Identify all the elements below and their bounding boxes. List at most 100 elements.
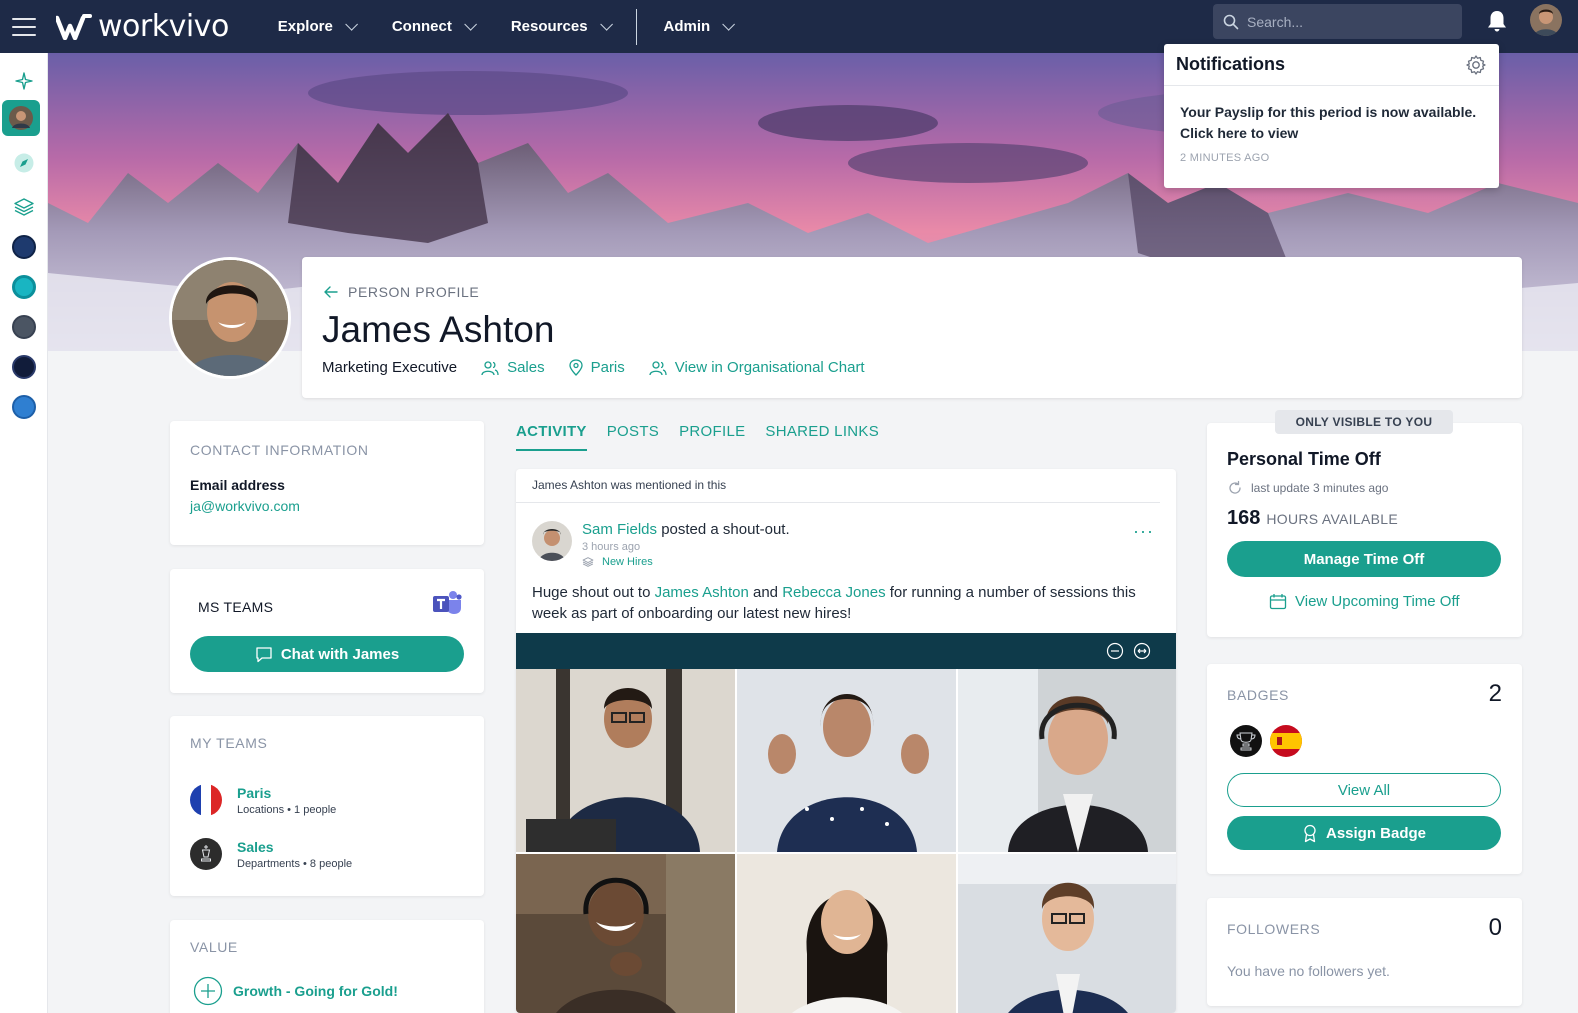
- more-options-icon[interactable]: ···: [1133, 521, 1154, 542]
- refresh-icon[interactable]: [1227, 480, 1243, 496]
- email-link[interactable]: ja@workvivo.com: [190, 498, 300, 514]
- mention-banner: James Ashton was mentioned in this: [516, 469, 1160, 503]
- tab-posts[interactable]: POSTS: [607, 423, 659, 451]
- my-teams-title: MY TEAMS: [190, 735, 268, 751]
- value-title: VALUE: [190, 939, 238, 955]
- space-icon-3[interactable]: [8, 311, 40, 343]
- participant-photo: [516, 854, 735, 1013]
- team-item[interactable]: Paris Locations • 1 people: [190, 784, 336, 816]
- post-text: Huge shout out to: [532, 584, 655, 601]
- compass-icon[interactable]: [8, 147, 40, 179]
- team-meta: Locations • 1 people: [237, 803, 337, 816]
- my-teams-card: MY TEAMS Paris Locations • 1 people Sale…: [170, 716, 484, 896]
- hours-available: 168 HOURS AVAILABLE: [1227, 507, 1398, 530]
- view-all-badges-button[interactable]: View All: [1227, 773, 1501, 807]
- space-icon-1[interactable]: [8, 231, 40, 263]
- ms-teams-title: MS TEAMS: [198, 599, 274, 615]
- expand-icon[interactable]: [1133, 642, 1151, 660]
- notifications-popup: Notifications Your Payslip for this peri…: [1164, 44, 1499, 188]
- bell-icon[interactable]: [1484, 8, 1510, 34]
- department-link[interactable]: Sales: [481, 359, 545, 376]
- layers-icon: [582, 557, 594, 567]
- sparkle-icon[interactable]: [8, 65, 40, 97]
- space-icon-2[interactable]: [8, 271, 40, 303]
- post-body: Huge shout out to James Ashton and Rebec…: [532, 582, 1162, 624]
- org-chart-label: View in Organisational Chart: [674, 359, 865, 376]
- nav-label: Connect: [391, 18, 452, 35]
- nav-explore[interactable]: Explore: [259, 0, 373, 53]
- nav-label: Explore: [277, 18, 333, 35]
- email-label: Email address: [190, 477, 285, 493]
- last-update: last update 3 minutes ago: [1227, 480, 1388, 496]
- search-input[interactable]: [1247, 13, 1447, 30]
- trophy-badge-icon[interactable]: [1229, 724, 1263, 758]
- brand-logo[interactable]: workvivo: [56, 0, 229, 53]
- video-toolbar: [516, 633, 1176, 669]
- space-icon-4[interactable]: [8, 351, 40, 383]
- hours-label: HOURS AVAILABLE: [1266, 511, 1398, 527]
- notifications-header: Notifications: [1164, 44, 1499, 86]
- team-item[interactable]: Sales Departments • 8 people: [190, 838, 352, 870]
- tab-profile[interactable]: PROFILE: [679, 423, 745, 451]
- layers-icon[interactable]: [8, 191, 40, 223]
- followers-empty-text: You have no followers yet.: [1227, 963, 1390, 979]
- followers-card: FOLLOWERS 0 You have no followers yet.: [1207, 898, 1522, 1006]
- tab-activity[interactable]: ACTIVITY: [516, 423, 587, 451]
- manage-time-off-button[interactable]: Manage Time Off: [1227, 541, 1501, 577]
- visibility-badge: ONLY VISIBLE TO YOU: [1275, 410, 1453, 434]
- left-rail: [0, 53, 48, 1013]
- search-box[interactable]: [1213, 4, 1462, 39]
- team-meta: Departments • 8 people: [237, 857, 353, 870]
- tab-shared-links[interactable]: SHARED LINKS: [765, 423, 879, 451]
- gear-icon[interactable]: [1465, 54, 1487, 76]
- participant-tile: [737, 854, 956, 1013]
- nav-resources[interactable]: Resources: [492, 0, 628, 53]
- chevron-down-icon: [599, 18, 613, 31]
- chevron-down-icon: [345, 18, 358, 31]
- nav-divider: [635, 8, 637, 45]
- breadcrumb[interactable]: PERSON PROFILE: [324, 284, 479, 300]
- upcoming-time-off-link[interactable]: View Upcoming Time Off: [1269, 593, 1460, 610]
- spain-flag-icon[interactable]: [1269, 724, 1303, 758]
- contact-card: CONTACT INFORMATION Email address ja@wor…: [170, 421, 484, 545]
- assign-badge-button[interactable]: Assign Badge: [1227, 816, 1501, 850]
- space-icon-5[interactable]: [8, 391, 40, 423]
- rail-profile-avatar[interactable]: [2, 100, 40, 136]
- participant-photo: [737, 669, 956, 852]
- award-icon: [1304, 824, 1316, 842]
- contact-title: CONTACT INFORMATION: [190, 442, 369, 458]
- search-icon: [1223, 14, 1239, 29]
- menu-icon[interactable]: [0, 0, 48, 53]
- participant-tile: [516, 854, 735, 1013]
- nav-connect[interactable]: Connect: [373, 0, 492, 53]
- post-time: 3 hours ago: [582, 541, 641, 553]
- post-group-link[interactable]: New Hires: [582, 556, 790, 568]
- chat-button[interactable]: Chat with James: [190, 636, 464, 672]
- nav-admin[interactable]: Admin: [645, 0, 751, 53]
- value-item[interactable]: Growth - Going for Gold!: [193, 976, 398, 1006]
- ms-teams-icon: [433, 591, 462, 614]
- notification-message: Your Payslip for this period is now avai…: [1180, 104, 1477, 141]
- participant-photo: [958, 669, 1176, 852]
- chevron-down-icon: [722, 18, 736, 31]
- participant-tile: [516, 669, 735, 852]
- followers-title: FOLLOWERS: [1227, 921, 1321, 937]
- mention-link[interactable]: Rebecca Jones: [782, 584, 885, 601]
- people-icon: [481, 360, 499, 375]
- value-card: VALUE Growth - Going for Gold!: [170, 920, 484, 1013]
- profile-meta: Marketing Executive Sales Paris View in …: [322, 359, 865, 376]
- mention-link[interactable]: James Ashton: [655, 584, 749, 601]
- user-avatar[interactable]: [1530, 4, 1562, 36]
- org-chart-link[interactable]: View in Organisational Chart: [649, 359, 865, 376]
- author-link[interactable]: Sam Fields: [582, 521, 657, 538]
- activity-post: James Ashton was mentioned in this Sam F…: [516, 469, 1176, 1013]
- profile-tabs: ACTIVITY POSTS PROFILE SHARED LINKS: [516, 423, 879, 451]
- location-link[interactable]: Paris: [568, 359, 625, 376]
- chat-button-label: Chat with James: [280, 645, 400, 663]
- minimize-icon[interactable]: [1106, 642, 1124, 660]
- chat-icon: [256, 646, 272, 662]
- notification-item[interactable]: Your Payslip for this period is now avai…: [1164, 86, 1499, 180]
- post-author-line: Sam Fields posted a shout-out.: [582, 521, 790, 538]
- profile-avatar[interactable]: [169, 257, 291, 379]
- author-avatar[interactable]: [532, 521, 572, 561]
